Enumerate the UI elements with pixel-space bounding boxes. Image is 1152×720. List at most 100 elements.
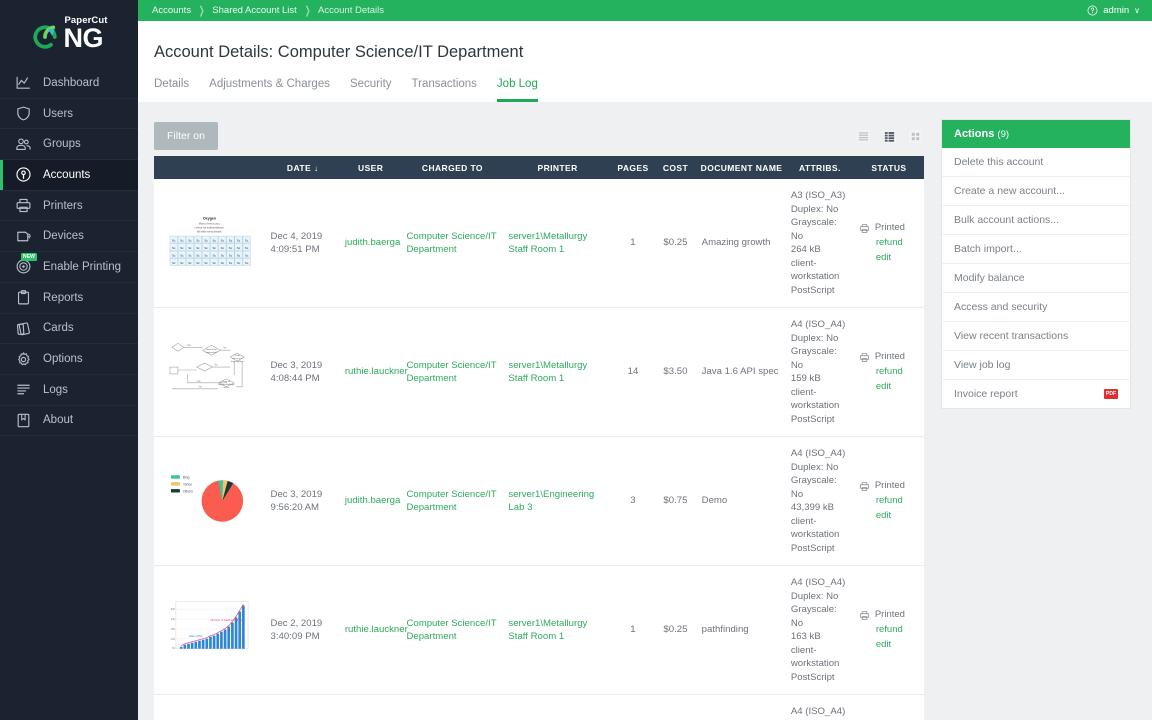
user-link[interactable]: judith.baerga <box>345 495 400 506</box>
svg-text:Value (UM): Value (UM) <box>189 634 203 638</box>
column-header-pages[interactable]: PAGES <box>612 156 654 179</box>
user-link[interactable]: ruthie.lauckner <box>345 624 408 635</box>
cell-thumbnail[interactable]: getdefault and filterobject? Need to bei… <box>154 695 266 720</box>
top-bar: Accounts❯Shared Account List❯Account Det… <box>138 0 1152 21</box>
svg-text:Sc: Sc <box>229 253 233 257</box>
action-item-view-job-log[interactable]: View job log <box>942 350 1130 379</box>
action-item-batch-import[interactable]: Batch import... <box>942 234 1130 263</box>
sidebar-item-cards[interactable]: Cards <box>0 314 138 345</box>
svg-text:errors: errors <box>224 386 230 389</box>
job-log-column: Filter on <box>154 116 924 720</box>
cell-status: Printed refund edit <box>854 179 924 308</box>
tab-job-log[interactable]: Job Log <box>497 78 538 102</box>
attrib-line: Duplex: No <box>791 332 849 346</box>
user-link[interactable]: ruthie.lauckner <box>345 366 408 377</box>
charged-to-link[interactable]: Computer Science/IT Department <box>406 360 496 385</box>
flowchart-thumbnail[interactable]: YesNoNo YesNo Need to beimpression? Clea… <box>167 339 252 401</box>
cell-thumbnail[interactable]: Oxygen Most of me is you, I strive for i… <box>154 179 266 308</box>
table-row[interactable]: 600240180 12060 Number of batches (PHS) … <box>154 566 924 695</box>
refund-link[interactable]: refund <box>876 364 919 379</box>
action-item-create-a-new-account[interactable]: Create a new account... <box>942 176 1130 205</box>
column-header-user[interactable]: USER <box>340 156 402 179</box>
list-view-icon[interactable] <box>857 130 870 143</box>
filter-on-button[interactable]: Filter on <box>154 122 218 150</box>
action-item-invoice-report[interactable]: Invoice reportPDF <box>942 379 1130 408</box>
column-header-document_name[interactable]: DOCUMENT NAME <box>697 156 786 179</box>
sidebar-item-enable-printing[interactable]: NEWEnable Printing <box>0 252 138 283</box>
sidebar-item-label: Dashboard <box>43 77 99 89</box>
cell-pages: 1 <box>612 566 654 695</box>
edit-link[interactable]: edit <box>876 379 919 394</box>
app-logo[interactable]: PaperCut NG <box>0 0 138 68</box>
charged-to-link[interactable]: Computer Science/IT Department <box>406 618 496 643</box>
column-header-printer[interactable]: PRINTER <box>503 156 611 179</box>
action-item-bulk-account-actions[interactable]: Bulk account actions... <box>942 205 1130 234</box>
breadcrumb-item-2: Account Details <box>318 5 384 16</box>
action-item-view-recent-transactions[interactable]: View recent transactions <box>942 321 1130 350</box>
action-item-delete-this-account[interactable]: Delete this account <box>942 148 1130 176</box>
action-item-access-and-security[interactable]: Access and security <box>942 292 1130 321</box>
breadcrumb-item-1[interactable]: Shared Account List <box>212 5 297 16</box>
printer-link[interactable]: server1\Metallurgy Staff Room 1 <box>508 618 587 643</box>
refund-link[interactable]: refund <box>876 622 919 637</box>
column-header-charged_to[interactable]: CHARGED TO <box>401 156 503 179</box>
action-item-modify-balance[interactable]: Modify balance <box>942 263 1130 292</box>
edit-link[interactable]: edit <box>876 508 919 523</box>
attrib-line: 163 kB <box>791 630 849 644</box>
sidebar-item-accounts[interactable]: Accounts <box>0 160 138 191</box>
printer-link[interactable]: server1\Metallurgy Staff Room 1 <box>508 231 587 256</box>
tab-transactions[interactable]: Transactions <box>412 78 477 102</box>
status-actions: refund edit <box>859 364 919 394</box>
pie-chart-thumbnail[interactable]: Bing Yahoo Others <box>167 468 252 530</box>
table-row[interactable]: getdefault and filterobject? Need to bei… <box>154 695 924 720</box>
breadcrumb-item-0[interactable]: Accounts <box>152 5 191 16</box>
bar-chart-thumbnail[interactable]: 600240180 12060 Number of batches (PHS) … <box>167 597 252 659</box>
column-header-date[interactable]: DATE↓ <box>266 156 340 179</box>
detail-view-icon[interactable] <box>883 130 896 143</box>
periodic-table-thumbnail[interactable]: Oxygen Most of me is you, I strive for i… <box>167 210 252 272</box>
job-log-table: DATE↓USERCHARGED TOPRINTERPAGESCOSTDOCUM… <box>154 156 924 720</box>
svg-text:Oxygen: Oxygen <box>203 216 216 220</box>
printer-link[interactable]: server1\Engineering Lab 3 <box>508 489 594 514</box>
column-header-status[interactable]: STATUS <box>854 156 924 179</box>
printer-link[interactable]: server1\Metallurgy Staff Room 1 <box>508 360 587 385</box>
cell-thumbnail[interactable]: Bing Yahoo Others <box>154 437 266 566</box>
tab-security[interactable]: Security <box>350 78 392 102</box>
cards-icon <box>14 319 33 338</box>
table-row[interactable]: Oxygen Most of me is you, I strive for i… <box>154 179 924 308</box>
svg-text:impression?: impression? <box>206 351 218 354</box>
refund-link[interactable]: refund <box>876 235 919 250</box>
sidebar-item-reports[interactable]: Reports <box>0 283 138 314</box>
charged-to-link[interactable]: Computer Science/IT Department <box>406 231 496 256</box>
edit-link[interactable]: edit <box>876 637 919 652</box>
attrib-line: Grayscale: No <box>791 603 849 630</box>
sidebar-item-devices[interactable]: Devices <box>0 221 138 252</box>
edit-link[interactable]: edit <box>876 250 919 265</box>
tab-adjustments-charges[interactable]: Adjustments & Charges <box>209 78 330 102</box>
admin-menu[interactable]: admin ∨ <box>1087 5 1140 16</box>
cell-thumbnail[interactable]: YesNoNo YesNo Need to beimpression? Clea… <box>154 308 266 437</box>
sidebar-item-printers[interactable]: Printers <box>0 191 138 222</box>
user-link[interactable]: judith.baerga <box>345 237 400 248</box>
sidebar-item-logs[interactable]: Logs <box>0 375 138 406</box>
printer-icon <box>859 610 870 621</box>
grid-view-icon[interactable] <box>909 130 922 143</box>
column-header-thumb[interactable] <box>154 156 266 179</box>
table-row[interactable]: YesNoNo YesNo Need to beimpression? Clea… <box>154 308 924 437</box>
sidebar-item-users[interactable]: Users <box>0 99 138 130</box>
cell-thumbnail[interactable]: 600240180 12060 Number of batches (PHS) … <box>154 566 266 695</box>
svg-text:120: 120 <box>171 638 176 641</box>
sidebar-item-about[interactable]: About <box>0 406 138 437</box>
table-row[interactable]: Bing Yahoo Others Dec 3, 2019 9:56:20 AM… <box>154 437 924 566</box>
sidebar-nav: Dashboard UsersGroupsAccountsPrintersDevi… <box>0 68 138 436</box>
sidebar-item-options[interactable]: Options <box>0 344 138 375</box>
tab-details[interactable]: Details <box>154 78 189 102</box>
sidebar-item-dashboard[interactable]: Dashboard <box>0 68 138 99</box>
charged-to-link[interactable]: Computer Science/IT Department <box>406 489 496 514</box>
refund-link[interactable]: refund <box>876 493 919 508</box>
cell-charged-to: Computer Science/IT Department <box>401 437 503 566</box>
column-header-attribs[interactable]: ATTRIBS. <box>786 156 854 179</box>
column-header-cost[interactable]: COST <box>654 156 696 179</box>
sidebar-item-groups[interactable]: Groups <box>0 129 138 160</box>
cell-charged-to: Computer Science/IT Department <box>401 566 503 695</box>
